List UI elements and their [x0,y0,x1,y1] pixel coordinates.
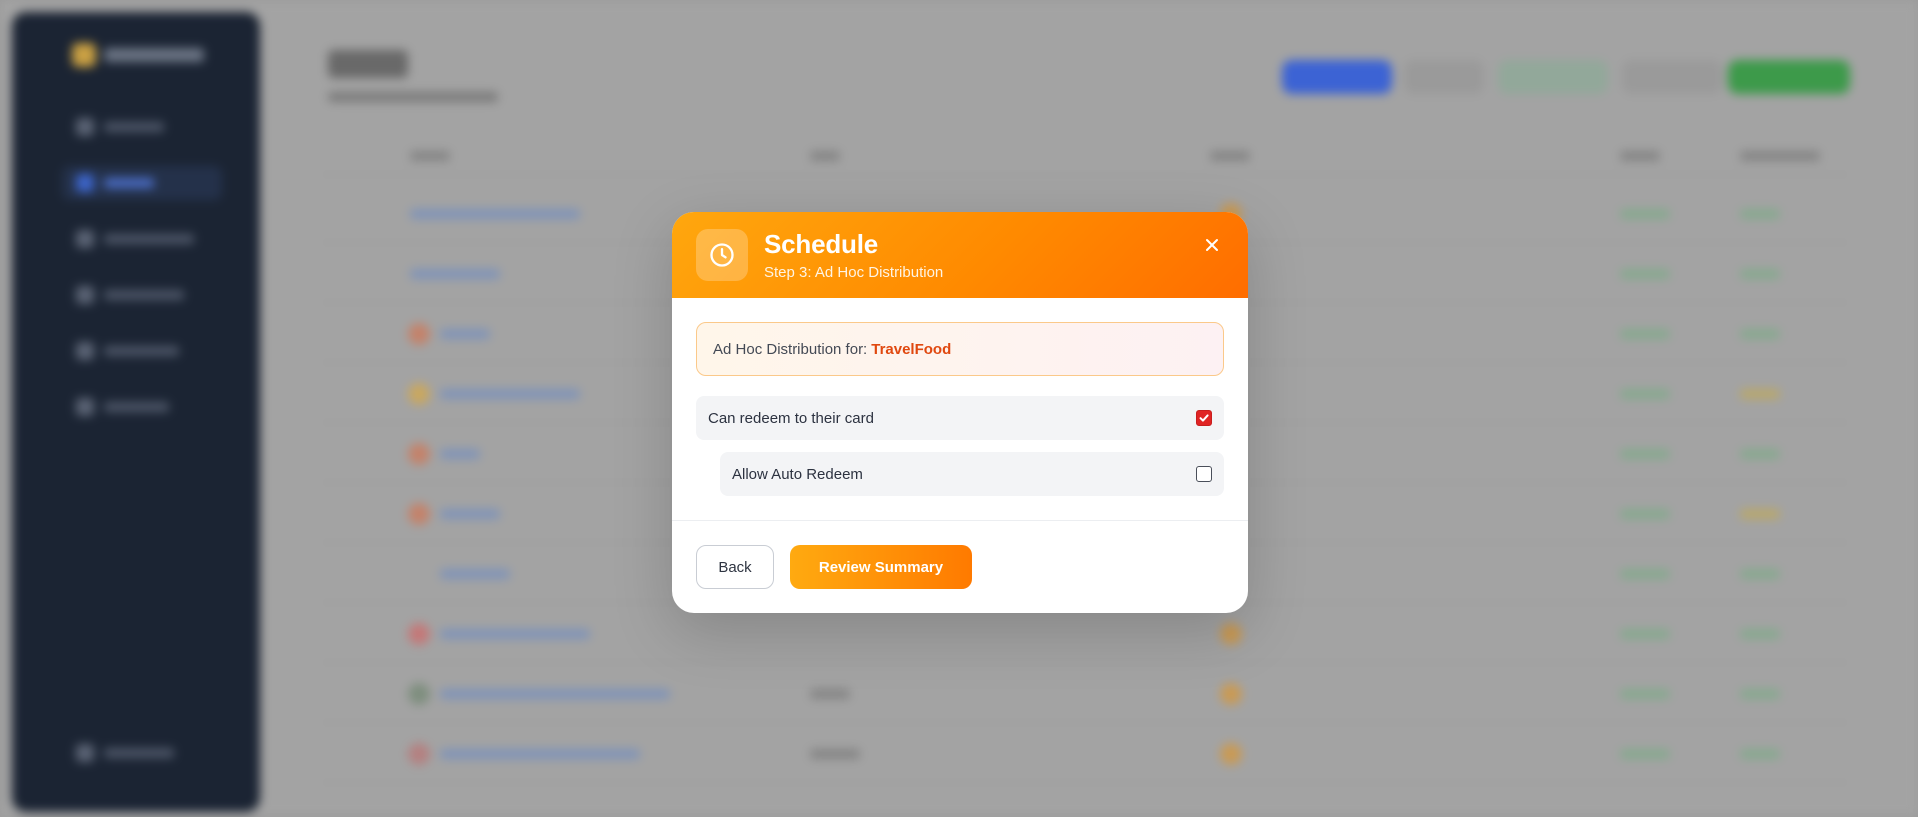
option-auto-redeem[interactable]: Allow Auto Redeem [720,452,1224,496]
option-auto-redeem-label: Allow Auto Redeem [732,465,863,483]
bg-button [1498,60,1608,94]
modal-header: Schedule Step 3: Ad Hoc Distribution [672,212,1248,298]
banner-label: Ad Hoc Distribution for: [713,340,868,358]
app-logo [72,42,212,68]
schedule-modal: Schedule Step 3: Ad Hoc Distribution Ad … [672,212,1248,613]
clock-icon [696,229,748,281]
sidebar-item-active [62,166,222,200]
modal-title: Schedule [764,229,878,259]
sidebar-item [62,334,222,368]
sidebar-item [62,222,222,256]
bg-button [1282,60,1392,94]
bg-button [1728,60,1850,94]
page-title-placeholder [328,50,408,78]
option-can-redeem[interactable]: Can redeem to their card [696,396,1224,440]
review-summary-button[interactable]: Review Summary [790,545,972,589]
auto-redeem-checkbox[interactable] [1196,466,1212,482]
bg-button [1622,60,1722,94]
page-subtitle-placeholder [328,92,498,102]
can-redeem-checkbox[interactable] [1196,410,1212,426]
footer-divider [672,520,1248,521]
option-can-redeem-label: Can redeem to their card [708,409,874,427]
company-name: TravelFood [871,340,952,358]
modal-subtitle: Step 3: Ad Hoc Distribution [764,264,944,281]
sidebar-item [62,736,222,770]
bg-button [1404,60,1484,94]
sidebar-item [62,278,222,312]
close-icon[interactable] [1200,233,1224,257]
back-button[interactable]: Back [696,545,774,589]
sidebar-item [62,110,222,144]
sidebar [12,12,260,812]
sidebar-item [62,390,222,424]
distribution-banner: Ad Hoc Distribution for: TravelFood [696,322,1224,376]
